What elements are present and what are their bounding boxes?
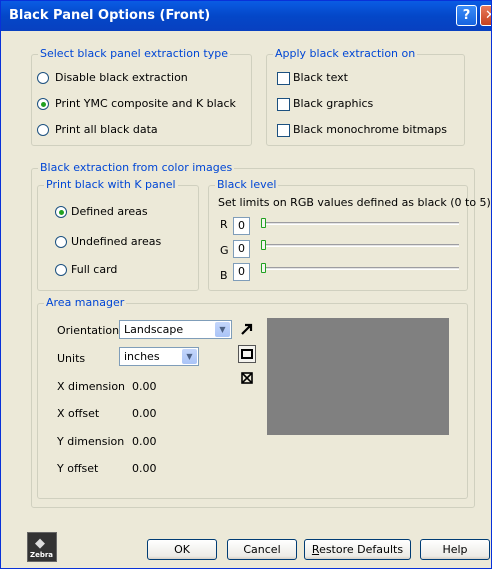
restore-defaults-accel: R [311,543,320,556]
units-value: inches [124,350,160,363]
close-icon[interactable]: ✕ [480,5,491,26]
extraction-type-legend: Select black panel extraction type [38,47,230,60]
r-value-field[interactable]: 0 [233,217,250,235]
window-title: Black Panel Options (Front) [9,8,211,23]
radio-circle[interactable] [55,264,67,276]
restore-defaults-button[interactable]: Restore Defaults [304,539,411,560]
channel-label-g: G [220,244,229,257]
checkbox[interactable] [277,98,290,111]
radio-circle[interactable] [37,98,49,110]
units-label: Units [57,352,86,365]
x-offset-label: X offset [57,407,100,420]
help-button[interactable]: Help [420,539,490,560]
x-dimension-value: 0.00 [132,380,157,393]
radio-label: Print all black data [55,123,158,136]
restore-defaults-label: estore Defaults [319,543,404,556]
radio-circle[interactable] [55,206,67,218]
black-level-description: Set limits on RGB values defined as blac… [218,196,492,209]
y-dimension-value: 0.00 [132,435,157,448]
g-slider-thumb[interactable] [261,240,266,250]
g-value-field[interactable]: 0 [233,240,250,258]
radio-label: Disable black extraction [55,71,188,84]
orientation-select[interactable]: Landscape ▼ [119,320,232,339]
help-icon[interactable]: ? [456,5,477,26]
checkbox[interactable] [277,124,290,137]
radio-selected-dot [58,209,64,215]
radio-label: Defined areas [71,205,148,218]
zebra-logo: ◆ Zebra [27,532,57,562]
black-level-legend: Black level [215,178,279,191]
x-offset-value: 0.00 [132,407,157,420]
g-slider-track[interactable] [261,244,459,247]
area-manager-legend: Area manager [44,296,127,309]
apply-on-legend: Apply black extraction on [273,47,418,60]
radio-selected-dot [40,101,46,107]
cancel-button[interactable]: Cancel [227,539,297,560]
orientation-label: Orientation [57,324,120,337]
units-select[interactable]: inches ▼ [119,347,199,366]
checkbox-label: Black text [293,71,348,84]
b-value-field[interactable]: 0 [233,263,250,281]
b-slider-thumb[interactable] [261,263,266,273]
area-preview-canvas[interactable] [267,318,449,435]
y-offset-value: 0.00 [132,462,157,475]
rectangle-icon[interactable] [238,345,256,363]
checkbox-label: Black monochrome bitmaps [293,123,447,136]
channel-label-r: R [220,218,228,231]
channel-label-b: B [220,269,228,282]
x-dimension-label: X dimension [57,380,126,393]
r-slider-thumb[interactable] [261,218,266,228]
pointer-icon[interactable] [238,321,256,339]
radio-circle[interactable] [37,124,49,136]
orientation-value: Landscape [124,323,184,336]
r-slider-track[interactable] [261,222,459,225]
k-panel-legend: Print black with K panel [44,178,178,191]
radio-label: Full card [71,263,118,276]
y-dimension-label: Y dimension [57,435,125,448]
zebra-mark-icon: ◆ [35,536,45,551]
y-offset-label: Y offset [57,462,99,475]
ok-button[interactable]: OK [147,539,217,560]
chevron-down-icon[interactable]: ▼ [215,322,230,337]
b-slider-track[interactable] [261,267,459,270]
radio-circle[interactable] [55,236,67,248]
color-images-legend: Black extraction from color images [38,161,235,174]
checkbox[interactable] [277,72,290,85]
chevron-down-icon[interactable]: ▼ [182,349,197,364]
radio-circle[interactable] [37,72,49,84]
title-bar[interactable]: Black Panel Options (Front) ? ✕ [1,1,491,31]
delete-area-icon[interactable] [238,370,256,388]
radio-label: Undefined areas [71,235,162,248]
dialog-window: Black Panel Options (Front) ? ✕ Select b… [0,0,492,569]
checkbox-label: Black graphics [293,97,374,110]
logo-text: Zebra [30,551,54,559]
radio-label: Print YMC composite and K black [55,97,236,110]
